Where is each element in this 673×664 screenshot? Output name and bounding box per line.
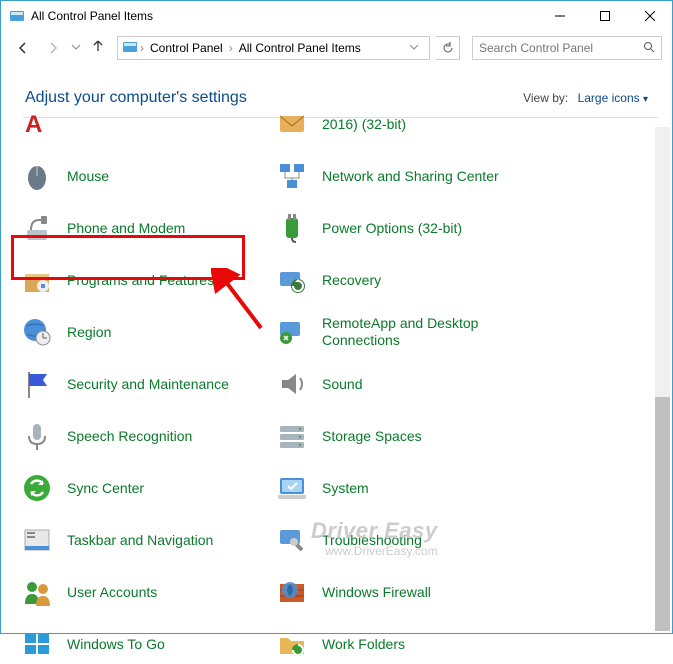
cp-item-firewall[interactable]: Windows Firewall: [274, 574, 609, 610]
app-icon: [9, 8, 25, 24]
microphone-icon: [19, 418, 55, 454]
flag-icon: [19, 366, 55, 402]
drives-icon: [274, 418, 310, 454]
breadcrumb-current[interactable]: All Control Panel Items: [235, 41, 365, 55]
items-area: A 2016) (32-bit) Mouse Network and Shari…: [1, 118, 672, 622]
cp-item-windowstogo[interactable]: Windows To Go: [19, 626, 274, 662]
box-icon: [19, 262, 55, 298]
breadcrumb-root[interactable]: Control Panel: [146, 41, 227, 55]
sync-icon: [19, 470, 55, 506]
address-icon: [122, 40, 138, 57]
window-buttons: [537, 1, 672, 31]
cp-item-label: Region: [67, 324, 111, 341]
view-by-dropdown[interactable]: Large icons ▾: [578, 91, 648, 105]
cp-item-troubleshoot[interactable]: Troubleshooting: [274, 522, 609, 558]
computer-icon: [274, 470, 310, 506]
cp-item-phone[interactable]: Phone and Modem: [19, 210, 274, 246]
firewall-icon: [274, 574, 310, 610]
cp-item-region[interactable]: Region: [19, 314, 274, 350]
cp-item-speech[interactable]: Speech Recognition: [19, 418, 274, 454]
cp-item-partial-left[interactable]: A: [19, 106, 274, 142]
refresh-button[interactable]: [436, 36, 460, 60]
cp-item-label: Security and Maintenance: [67, 376, 229, 393]
chevron-down-icon: ▾: [643, 94, 648, 105]
chevron-right-icon: ›: [227, 41, 235, 55]
network-icon: [274, 158, 310, 194]
cp-item-sound[interactable]: Sound: [274, 366, 609, 402]
window-title: All Control Panel Items: [31, 9, 537, 23]
cp-item-label: Taskbar and Navigation: [67, 532, 213, 549]
search-icon: [643, 41, 655, 56]
cp-item-partial-right[interactable]: 2016) (32-bit): [274, 106, 609, 142]
items-grid: A 2016) (32-bit) Mouse Network and Shari…: [1, 118, 672, 664]
wrench-icon: [274, 522, 310, 558]
cp-item-label: Mouse: [67, 168, 109, 185]
search-input[interactable]: Search Control Panel: [472, 36, 662, 60]
cp-item-storage[interactable]: Storage Spaces: [274, 418, 609, 454]
up-button[interactable]: [91, 39, 111, 58]
view-by-label: View by:: [523, 91, 568, 105]
back-button[interactable]: [11, 36, 35, 60]
cp-item-mouse[interactable]: Mouse: [19, 158, 274, 194]
cp-item-label: RemoteApp and Desktop Connections: [322, 315, 542, 349]
scrollbar-thumb[interactable]: [655, 397, 670, 631]
cp-item-users[interactable]: User Accounts: [19, 574, 274, 610]
address-bar[interactable]: › Control Panel › All Control Panel Item…: [117, 36, 430, 60]
cp-item-workfolders[interactable]: Work Folders: [274, 626, 609, 662]
taskbar-icon: [19, 522, 55, 558]
search-placeholder: Search Control Panel: [479, 41, 593, 55]
cp-item-sync[interactable]: Sync Center: [19, 470, 274, 506]
cp-item-label: Storage Spaces: [322, 428, 422, 445]
cp-item-label: Phone and Modem: [67, 220, 185, 237]
cp-item-label: System: [322, 480, 369, 497]
title-bar: All Control Panel Items: [1, 1, 672, 31]
phone-icon: [19, 210, 55, 246]
forward-button[interactable]: [41, 36, 65, 60]
cp-item-label: Work Folders: [322, 636, 405, 653]
cp-item-label: Recovery: [322, 272, 381, 289]
cp-item-label: Sound: [322, 376, 362, 393]
address-dropdown[interactable]: [403, 41, 425, 55]
mouse-icon: [19, 158, 55, 194]
view-by: View by: Large icons ▾: [523, 91, 648, 105]
speaker-icon: [274, 366, 310, 402]
cp-item-power[interactable]: Power Options (32-bit): [274, 210, 609, 246]
cp-item-label: Windows To Go: [67, 636, 165, 653]
cp-item-recovery[interactable]: Recovery: [274, 262, 609, 298]
mail-icon: [274, 106, 310, 142]
chevron-right-icon: ›: [138, 41, 146, 55]
minimize-button[interactable]: [537, 1, 582, 31]
svg-text:A: A: [25, 111, 42, 138]
remote-icon: [274, 314, 310, 350]
cp-item-security[interactable]: Security and Maintenance: [19, 366, 274, 402]
cp-item-label: Network and Sharing Center: [322, 168, 499, 185]
cp-item-remoteapp[interactable]: RemoteApp and Desktop Connections: [274, 314, 609, 350]
power-icon: [274, 210, 310, 246]
globe-icon: [19, 314, 55, 350]
cp-item-label: Windows Firewall: [322, 584, 431, 601]
users-icon: [19, 574, 55, 610]
windows-icon: [19, 626, 55, 662]
history-dropdown[interactable]: [71, 39, 85, 57]
cp-item-network[interactable]: Network and Sharing Center: [274, 158, 609, 194]
recovery-icon: [274, 262, 310, 298]
cp-item-label: 2016) (32-bit): [322, 116, 406, 133]
font-icon: A: [19, 106, 55, 142]
maximize-button[interactable]: [582, 1, 627, 31]
folder-icon: [274, 626, 310, 662]
close-button[interactable]: [627, 1, 672, 31]
nav-bar: › Control Panel › All Control Panel Item…: [1, 31, 672, 65]
page-title: Adjust your computer's settings: [25, 89, 247, 107]
cp-item-programs[interactable]: Programs and Features: [19, 262, 274, 298]
scrollbar[interactable]: [655, 127, 670, 631]
cp-item-label: Sync Center: [67, 480, 144, 497]
cp-item-taskbar[interactable]: Taskbar and Navigation: [19, 522, 274, 558]
cp-item-label: Speech Recognition: [67, 428, 192, 445]
cp-item-label: User Accounts: [67, 584, 157, 601]
cp-item-label: Programs and Features: [67, 272, 214, 289]
cp-item-label: Troubleshooting: [322, 532, 422, 549]
cp-item-system[interactable]: System: [274, 470, 609, 506]
cp-item-label: Power Options (32-bit): [322, 220, 462, 237]
